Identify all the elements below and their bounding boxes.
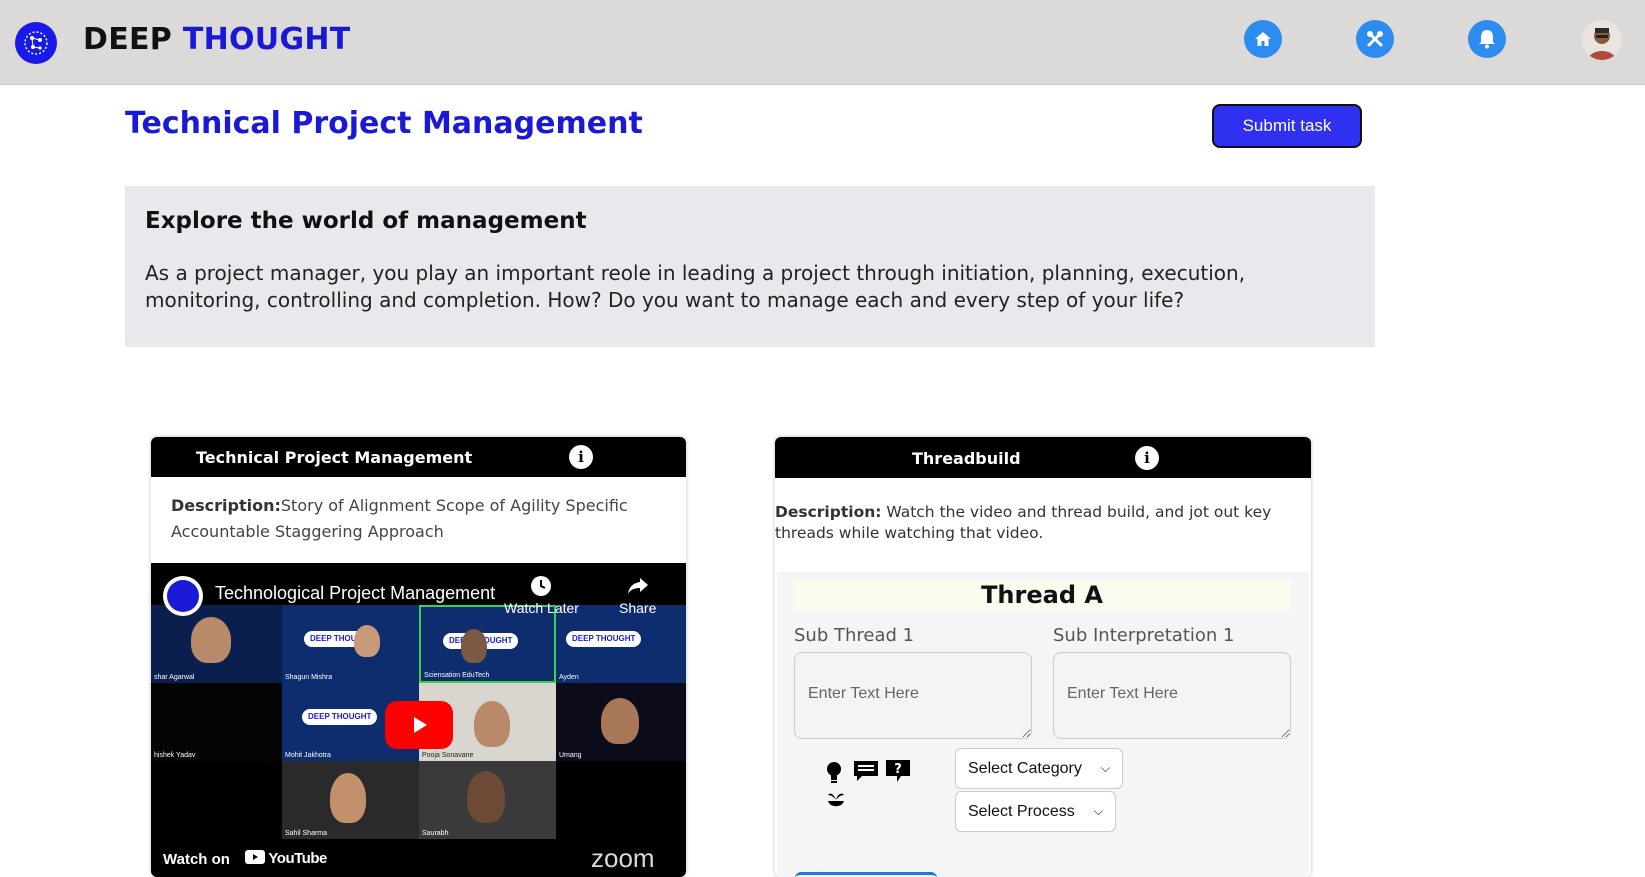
question-icon[interactable]: ? bbox=[884, 760, 912, 782]
info-icon[interactable]: i bbox=[569, 445, 593, 469]
tools-icon[interactable] bbox=[1356, 20, 1394, 58]
participant-image bbox=[467, 771, 505, 823]
threadbuild-card-header: Threadbuild i bbox=[775, 437, 1311, 478]
user-avatar[interactable] bbox=[1582, 20, 1622, 60]
share-label: Share bbox=[619, 600, 657, 616]
description-label: Description: bbox=[171, 496, 281, 515]
participant-name: Saurabh bbox=[422, 830, 449, 837]
video-tile: DEEP THOUGHT Ayden bbox=[556, 605, 686, 683]
threadbuild-card-title: Threadbuild bbox=[912, 449, 1021, 468]
video-card-description: Description:Story of Alignment Scope of … bbox=[151, 477, 686, 565]
category-select[interactable]: Select Category ⌵ bbox=[955, 748, 1123, 789]
channel-logo-icon[interactable] bbox=[163, 576, 203, 616]
comment-icon[interactable] bbox=[852, 760, 880, 782]
video-title[interactable]: Technological Project Management bbox=[215, 583, 495, 604]
chevron-down-icon: ⌵ bbox=[1100, 761, 1110, 775]
category-select-value: Select Category bbox=[968, 759, 1082, 777]
participant-name: hishek Yadav bbox=[154, 752, 196, 759]
threadbuild-card: Threadbuild i Description: Watch the vid… bbox=[775, 437, 1311, 877]
logo-chip: DEEP THOUGHT bbox=[302, 709, 378, 725]
participant-name: Umang bbox=[559, 752, 582, 759]
youtube-logo[interactable]: YouTube bbox=[245, 850, 327, 867]
video-card: Technical Project Management i Descripti… bbox=[151, 437, 686, 877]
thread-title: Thread A bbox=[793, 580, 1291, 610]
participant-image bbox=[354, 625, 380, 657]
participant-name: Mohit Jakhotra bbox=[285, 752, 331, 759]
participant-image bbox=[191, 617, 231, 663]
watch-later-button[interactable]: Watch Later bbox=[504, 575, 579, 616]
home-icon[interactable] bbox=[1244, 20, 1282, 58]
brand-logo-icon[interactable] bbox=[15, 22, 57, 64]
submit-task-button[interactable]: Submit task bbox=[1212, 104, 1362, 148]
sprout-icon[interactable] bbox=[825, 788, 847, 810]
participant-name: Pooja Sonavane bbox=[422, 752, 474, 759]
threadbuild-description: Description: Watch the video and thread … bbox=[775, 478, 1311, 544]
video-tile: hishek Yadav bbox=[151, 683, 288, 761]
intro-body: As a project manager, you play an import… bbox=[145, 261, 1246, 312]
video-tile: DEEP THOUGHT Sciensation EduTech bbox=[419, 605, 556, 683]
top-navbar: DEEP THOUGHT bbox=[0, 0, 1645, 85]
bell-icon[interactable] bbox=[1468, 20, 1506, 58]
add-thread-button[interactable] bbox=[795, 872, 937, 877]
share-icon bbox=[627, 578, 648, 594]
brand-name-part1: DEEP bbox=[83, 22, 173, 57]
description-label: Description: bbox=[775, 503, 882, 521]
watch-on-label[interactable]: Watch on bbox=[163, 851, 230, 868]
share-button[interactable]: Share bbox=[619, 575, 656, 616]
chevron-down-icon: ⌵ bbox=[1093, 804, 1103, 818]
video-card-title: Technical Project Management bbox=[196, 448, 473, 467]
zoom-watermark: zoom bbox=[591, 843, 655, 873]
participant-image bbox=[461, 629, 487, 663]
play-button-icon[interactable] bbox=[385, 701, 453, 749]
svg-text:?: ? bbox=[894, 762, 902, 777]
intro-panel: Explore the world of management As a pro… bbox=[125, 186, 1375, 347]
participant-image bbox=[330, 773, 366, 823]
video-tile: shar Agarwal bbox=[151, 605, 288, 683]
youtube-play-icon bbox=[245, 850, 265, 864]
sub-interpretation-label: Sub Interpretation 1 bbox=[1053, 625, 1235, 646]
brand-name[interactable]: DEEP THOUGHT bbox=[83, 22, 351, 57]
participant-name: Sahil Sharma bbox=[285, 830, 328, 837]
participant-image bbox=[474, 701, 510, 747]
sub-interpretation-input[interactable] bbox=[1053, 652, 1291, 739]
youtube-wordmark: YouTube bbox=[268, 850, 327, 867]
video-tile: Saurabh bbox=[419, 761, 556, 839]
participant-name: Shagun Mishra bbox=[285, 674, 333, 681]
page-title: Technical Project Management bbox=[125, 106, 643, 141]
youtube-video-player[interactable]: shar Agarwal DEEP THOUGHT Shagun Mishra … bbox=[151, 563, 686, 877]
participant-name: shar Agarwal bbox=[154, 674, 195, 681]
thread-section: Thread A Sub Thread 1 Sub Interpretation… bbox=[777, 572, 1309, 877]
video-tile: Sahil Sharma bbox=[282, 761, 419, 839]
video-tile: Umang bbox=[556, 683, 686, 761]
clock-icon bbox=[531, 576, 552, 596]
sub-thread-label: Sub Thread 1 bbox=[794, 625, 915, 646]
process-select-value: Select Process bbox=[968, 802, 1075, 820]
video-tile: DEEP THOUGHT Shagun Mishra bbox=[282, 605, 419, 683]
sub-thread-input[interactable] bbox=[794, 652, 1032, 739]
video-card-header: Technical Project Management i bbox=[151, 437, 686, 477]
bulb-icon[interactable] bbox=[823, 761, 845, 783]
participant-name: Ayden bbox=[559, 674, 579, 681]
intro-heading: Explore the world of management bbox=[145, 208, 587, 234]
brand-name-part2: THOUGHT bbox=[182, 22, 351, 57]
info-icon[interactable]: i bbox=[1135, 446, 1159, 470]
participant-name: Sciensation EduTech bbox=[424, 672, 490, 679]
participant-image bbox=[601, 698, 639, 744]
logo-chip: DEEP THOUGHT bbox=[566, 631, 642, 647]
watch-later-label: Watch Later bbox=[504, 600, 579, 616]
process-select[interactable]: Select Process ⌵ bbox=[955, 791, 1116, 832]
